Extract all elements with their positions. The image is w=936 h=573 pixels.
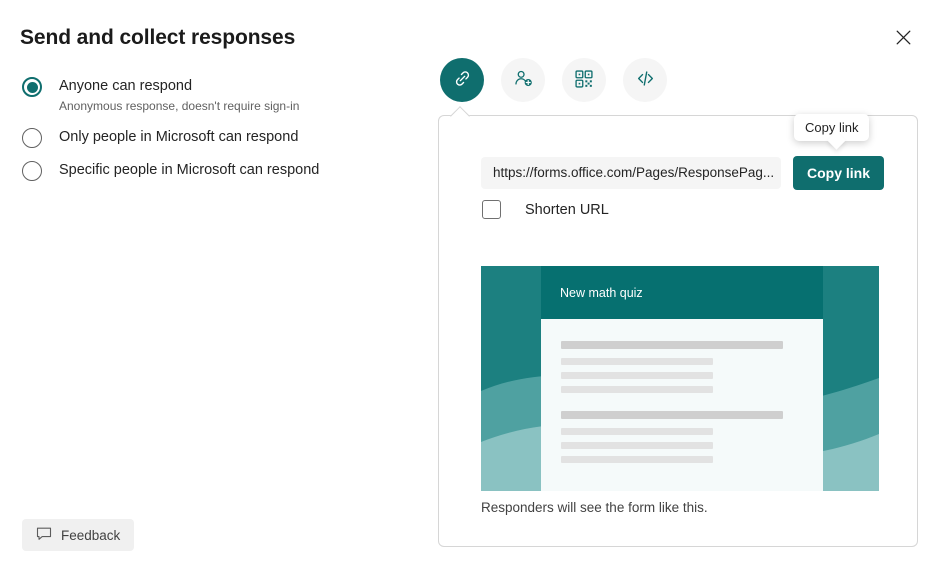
code-icon (635, 68, 656, 92)
share-tabs (438, 58, 920, 102)
shorten-url-checkbox[interactable] (482, 200, 501, 219)
copy-link-tooltip: Copy link (794, 114, 869, 141)
send-collect-responses-dialog: Send and collect responses Anyone can re… (0, 0, 936, 573)
radio-specific-people[interactable] (22, 161, 42, 181)
close-icon (896, 30, 911, 48)
feedback-button-label: Feedback (61, 528, 120, 543)
audience-option-specific-people-label: Specific people in Microsoft can respond (59, 160, 319, 180)
preview-caption: Responders will see the form like this. (481, 500, 708, 515)
preview-answer-line (561, 358, 713, 365)
shorten-url-row[interactable]: Shorten URL (482, 200, 609, 219)
preview-question-title (561, 411, 783, 419)
share-tab-embed-code[interactable] (623, 58, 667, 102)
share-url-field[interactable]: https://forms.office.com/Pages/ResponseP… (481, 157, 781, 189)
audience-option-anyone[interactable]: Anyone can respond Anonymous response, d… (22, 76, 402, 115)
feedback-button[interactable]: Feedback (22, 519, 134, 551)
share-tab-link[interactable] (440, 58, 484, 102)
audience-option-anyone-description: Anonymous response, doesn't require sign… (59, 97, 299, 115)
shorten-url-label: Shorten URL (525, 202, 609, 218)
audience-option-specific-people[interactable]: Specific people in Microsoft can respond (22, 160, 402, 181)
copy-link-button[interactable]: Copy link (793, 156, 884, 190)
preview-form-body (541, 319, 823, 463)
audience-option-anyone-label: Anyone can respond (59, 76, 299, 96)
preview-answer-line (561, 456, 713, 463)
comment-icon (36, 526, 52, 545)
preview-question-block (561, 341, 803, 393)
share-tab-invite-people[interactable] (501, 58, 545, 102)
preview-answer-line (561, 442, 713, 449)
person-add-icon (513, 68, 534, 92)
preview-answer-line (561, 386, 713, 393)
form-preview: New math quiz (481, 266, 879, 491)
radio-org-only[interactable] (22, 128, 42, 148)
preview-form-title: New math quiz (560, 286, 643, 300)
preview-question-block (561, 411, 803, 463)
radio-anyone[interactable] (22, 77, 42, 97)
preview-answer-line (561, 372, 713, 379)
preview-question-title (561, 341, 783, 349)
link-icon (452, 68, 473, 92)
audience-option-org-only-label: Only people in Microsoft can respond (59, 127, 298, 147)
page-title: Send and collect responses (20, 26, 295, 50)
preview-form-card: New math quiz (541, 266, 823, 491)
close-button[interactable] (886, 22, 920, 56)
share-tab-qr-code[interactable] (562, 58, 606, 102)
share-section: Copy link https://forms.office.com/Pages… (438, 58, 920, 547)
panel-pointer (450, 106, 470, 126)
audience-option-org-only[interactable]: Only people in Microsoft can respond (22, 127, 402, 148)
link-share-panel: Copy link https://forms.office.com/Pages… (438, 115, 918, 547)
audience-options: Anyone can respond Anonymous response, d… (22, 76, 402, 193)
share-link-row: https://forms.office.com/Pages/ResponseP… (481, 156, 884, 190)
preview-form-header: New math quiz (541, 266, 823, 319)
qr-code-icon (574, 69, 594, 92)
preview-answer-line (561, 428, 713, 435)
